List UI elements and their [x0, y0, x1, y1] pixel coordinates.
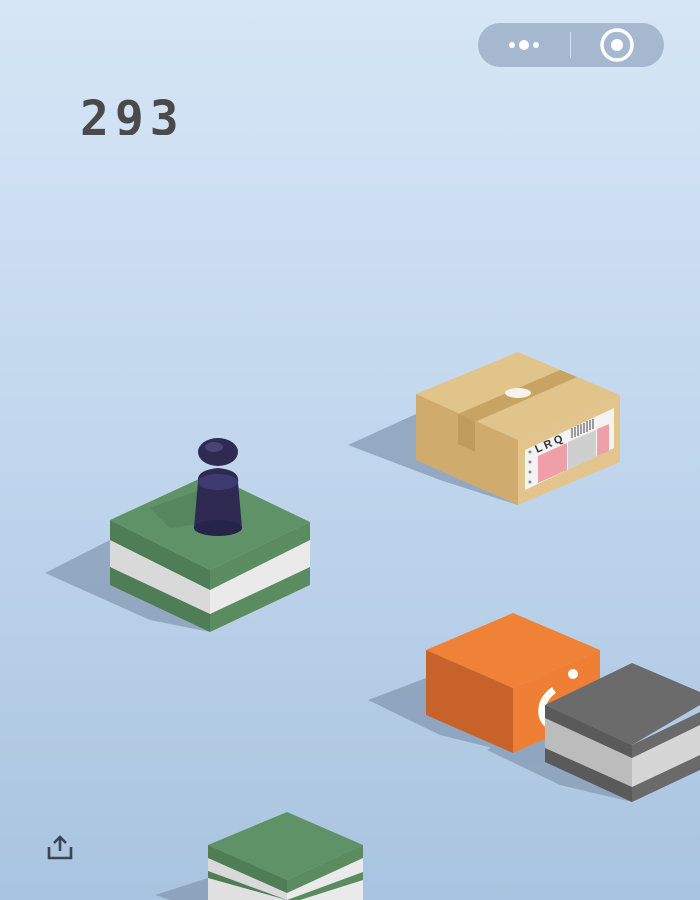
game-scene[interactable]: L R Q	[0, 0, 700, 900]
score-value: 293	[80, 95, 185, 135]
green-striped-block-bottom	[208, 812, 363, 900]
player-piece	[194, 438, 242, 536]
more-button[interactable]	[478, 23, 570, 67]
close-button[interactable]	[571, 23, 663, 67]
more-dots-icon	[509, 40, 539, 50]
menu-capsule	[478, 23, 664, 67]
score-display: 293	[80, 95, 185, 135]
share-upload-icon	[47, 835, 73, 860]
share-button[interactable]	[46, 835, 74, 861]
target-circle-icon	[600, 28, 634, 62]
